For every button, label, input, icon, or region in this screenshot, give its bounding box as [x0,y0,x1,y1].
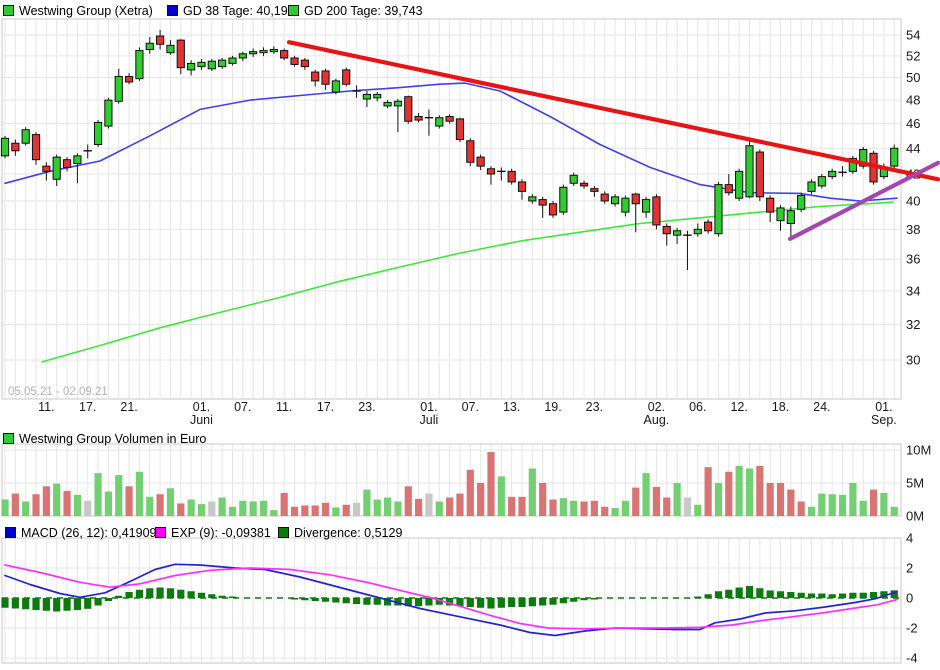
legend-item: Divergence: 0,5129 [278,525,402,540]
svg-text:32: 32 [906,317,920,332]
svg-text:Juli: Juli [420,413,439,427]
date-range-label: 05.05.21 - 02.09.21 [8,386,108,398]
legend-label: GD 38 Tage: 40,19 [183,3,288,18]
svg-text:19.: 19. [544,400,561,414]
legend-label: Divergence: 0,5129 [294,525,403,540]
legend-label: EXP (9): -0,09381 [171,525,271,540]
svg-text:12.: 12. [730,400,747,414]
legend-color-swatch-icon [5,527,16,538]
price-chart-legend: Westwing Group (Xetra) GD 38 Tage: 40,19 G… [0,3,940,19]
stock-chart-page: 54 52 50 48 46 44 42 40 38 36 34 32 30 10M 5M 0M 4 2 0 -2 -4… [0,0,940,670]
svg-text:0M: 0M [906,509,924,524]
svg-text:Sep.: Sep. [871,413,897,427]
svg-text:01.: 01. [875,400,892,414]
svg-text:11.: 11. [38,400,54,414]
svg-text:02.: 02. [648,400,665,414]
legend-item: GD 38 Tage: 40,19 [167,3,288,18]
legend-label: Westwing Group Volumen in Euro [19,431,207,446]
chart-canvas: 5452504846444240383634323010M5M0M420-2-4… [0,18,940,666]
volume-chart-legend: Westwing Group Volumen in Euro [0,431,940,447]
gd200-line [41,201,894,363]
svg-text:01.: 01. [193,400,210,414]
svg-text:17.: 17. [79,400,96,414]
svg-text:48: 48 [906,93,920,108]
svg-text:21.: 21. [120,400,137,414]
legend-label: Westwing Group (Xetra) [19,3,153,18]
svg-text:11.: 11. [276,400,292,414]
svg-text:44: 44 [906,141,920,156]
legend-color-swatch-icon [3,5,14,16]
svg-text:30: 30 [906,353,920,368]
svg-text:07.: 07. [234,400,251,414]
svg-text:07.: 07. [462,400,479,414]
svg-text:-4: -4 [906,651,918,666]
svg-text:13.: 13. [503,400,520,414]
svg-text:34: 34 [906,283,920,298]
svg-text:Aug.: Aug. [644,413,670,427]
legend-color-swatch-icon [155,527,166,538]
svg-text:23.: 23. [358,400,375,414]
svg-text:17.: 17. [317,400,334,414]
svg-text:18.: 18. [772,400,789,414]
legend-item: GD 200 Tage: 39,743 [288,3,423,18]
legend-item: Westwing Group Volumen in Euro [3,431,206,446]
svg-text:2: 2 [906,561,913,576]
svg-text:24.: 24. [813,400,830,414]
svg-text:38: 38 [906,222,920,237]
svg-text:54: 54 [906,28,920,43]
legend-color-swatch-icon [288,5,299,16]
legend-color-swatch-icon [278,527,289,538]
svg-text:50: 50 [906,70,920,85]
svg-text:01.: 01. [420,400,437,414]
macd-chart-legend: MACD (26, 12): 0,41909 EXP (9): -0,09381 D… [0,525,940,541]
svg-text:52: 52 [906,48,920,63]
svg-text:36: 36 [906,252,920,267]
svg-text:Juni: Juni [190,413,213,427]
legend-color-swatch-icon [3,433,14,444]
legend-color-swatch-icon [167,5,178,16]
gridlines-layer [1,18,902,664]
legend-label: GD 200 Tage: 39,743 [304,3,423,18]
legend-item: EXP (9): -0,09381 [155,525,271,540]
svg-text:5M: 5M [906,476,924,491]
legend-label: MACD (26, 12): 0,41909 [21,525,157,540]
svg-text:46: 46 [906,116,920,131]
down-trendline [286,40,940,182]
svg-text:23.: 23. [586,400,603,414]
svg-text:06.: 06. [689,400,706,414]
legend-item: MACD (26, 12): 0,41909 [5,525,157,540]
legend-item: Westwing Group (Xetra) [3,3,153,18]
svg-text:0: 0 [906,591,913,606]
svg-text:-2: -2 [906,621,918,636]
svg-text:40: 40 [906,193,920,208]
